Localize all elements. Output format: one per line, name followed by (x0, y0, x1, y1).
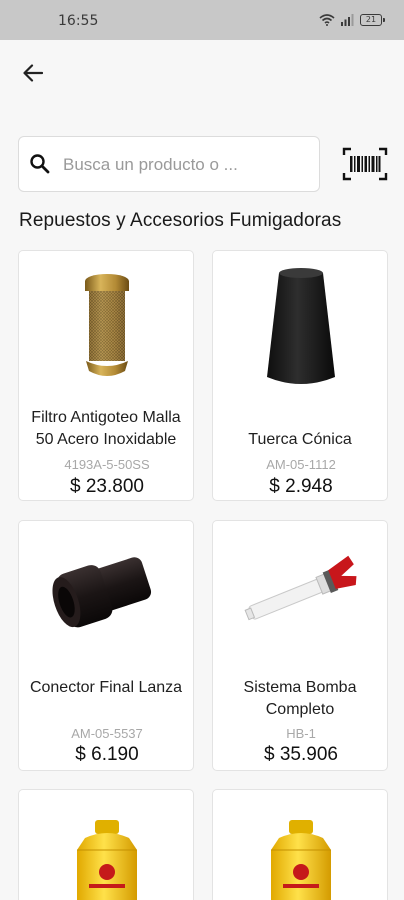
status-time: 16:55 (58, 13, 99, 29)
product-sku: AM-05-1112 (266, 457, 336, 472)
status-icons: 21 (319, 14, 385, 26)
black-conical-nut-image (213, 251, 387, 401)
product-card[interactable]: Tuerca Cónica AM-05-1112 $ 2.948 (212, 250, 388, 501)
product-card[interactable]: Conector Final Lanza AM-05-5537 $ 6.190 (18, 520, 194, 771)
wifi-icon (319, 14, 335, 26)
product-card[interactable]: Filtro Antigoteo Malla 50 Acero Inoxidab… (18, 250, 194, 501)
battery-icon: 21 (360, 14, 385, 26)
lance-connector-image (19, 521, 193, 661)
back-arrow-icon (23, 64, 43, 82)
search-input[interactable] (63, 151, 308, 179)
product-sku: HB-1 (286, 726, 316, 741)
product-name: Filtro Antigoteo Malla 50 Acero Inoxidab… (31, 409, 181, 448)
product-card[interactable] (18, 789, 194, 900)
signal-icon (341, 14, 354, 26)
product-price: $ 6.190 (75, 744, 139, 765)
product-price: $ 2.948 (269, 476, 333, 497)
product-card[interactable]: Sistema Bomba Completo HB-1 $ 35.906 (212, 520, 388, 771)
status-bar: 16:55 21 (0, 0, 404, 40)
product-name: Tuerca Cónica (248, 431, 352, 448)
product-sku: 4193A-5-50SS (64, 457, 150, 472)
pump-system-image (213, 521, 387, 661)
back-button[interactable] (16, 56, 50, 90)
product-name: Sistema Bomba Completo (243, 679, 357, 718)
product-card[interactable] (212, 789, 388, 900)
product-name: Conector Final Lanza (29, 679, 183, 696)
product-price: $ 23.800 (70, 476, 144, 497)
brass-mesh-filter-image (19, 251, 193, 401)
yellow-sprayer-tank-image (19, 790, 193, 900)
search-box (18, 136, 320, 192)
barcode-scan-button[interactable] (342, 147, 388, 181)
section-title: Repuestos y Accesorios Fumigadoras (19, 210, 342, 231)
barcode-icon (342, 147, 388, 181)
product-sku: AM-05-5537 (71, 726, 143, 741)
product-price: $ 35.906 (264, 744, 338, 765)
yellow-sprayer-tank-image (213, 790, 387, 900)
search-icon (29, 153, 51, 180)
